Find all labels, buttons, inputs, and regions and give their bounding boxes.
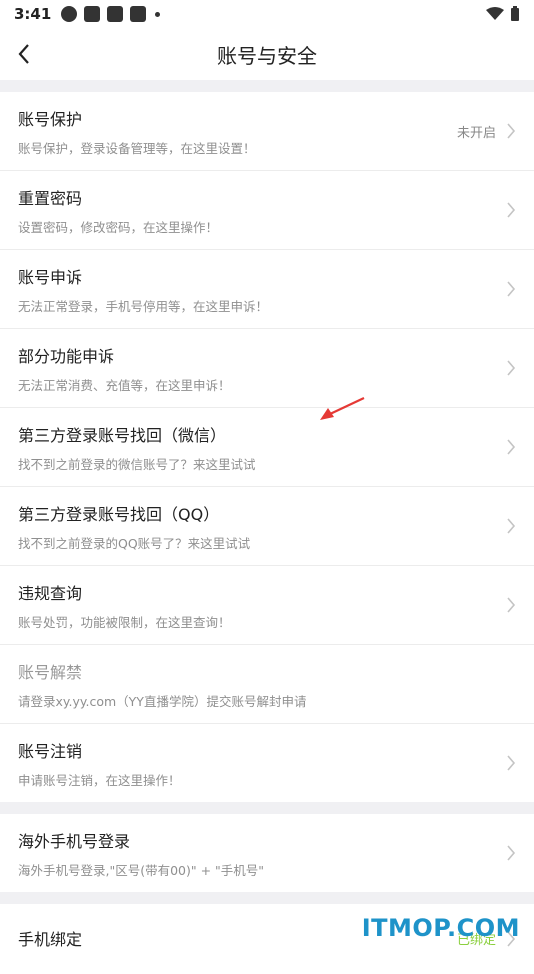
row-status-value: 未开启 — [456, 126, 496, 141]
status-time: 3:41 — [14, 5, 52, 23]
row-title: 海外手机号登录 — [18, 832, 131, 851]
row-title: 手机绑定 — [18, 930, 83, 949]
row-title: 第三方登录账号找回（微信） — [18, 426, 227, 445]
app-notification-icon — [130, 6, 147, 22]
chevron-right-icon — [507, 597, 516, 613]
settings-row-group1-item-1[interactable]: 重置密码设置密码，修改密码，在这里操作！ — [0, 171, 534, 250]
row-subtitle: 账号保护，登录设备管理等，在这里设置！ — [18, 141, 256, 156]
row-subtitle: 无法正常登录，手机号停用等，在这里申诉！ — [18, 299, 269, 314]
wifi-icon — [486, 7, 504, 20]
app-notification-icon — [84, 6, 101, 22]
chevron-right-icon — [507, 845, 516, 861]
row-subtitle: 无法正常消费、充值等，在这里申诉！ — [18, 378, 231, 393]
app-notification-icon — [61, 6, 78, 22]
row-title: 违规查询 — [18, 584, 83, 603]
settings-row-group1-item-4[interactable]: 第三方登录账号找回（微信） 找不到之前登录的微信账号了？来这里试试 — [0, 408, 534, 487]
row-subtitle: 账号处罚，功能被限制，在这里查询！ — [18, 615, 231, 630]
header: 账号与安全 — [0, 28, 534, 80]
chevron-right-icon — [507, 123, 516, 139]
row-subtitle: 海外手机号登录,"区号(带有00)" + "手机号" — [18, 863, 265, 878]
section-divider — [0, 892, 534, 904]
more-notifications-icon — [155, 11, 161, 17]
settings-row-group1-item-6[interactable]: 违规查询账号处罚，功能被限制，在这里查询！ — [0, 566, 534, 645]
settings-row-group1-item-0[interactable]: 账号保护账号保护，登录设备管理等，在这里设置！ 未开启 — [0, 92, 534, 171]
annotation-arrow-icon — [320, 397, 365, 420]
chevron-right-icon — [507, 202, 516, 218]
row-title: 账号保护 — [18, 110, 83, 129]
chevron-right-icon — [507, 439, 516, 455]
settings-row-group1-item-2[interactable]: 账号申诉无法正常登录，手机号停用等，在这里申诉！ — [0, 250, 534, 329]
chevron-right-icon — [507, 518, 516, 534]
settings-row-group1-item-5[interactable]: 第三方登录账号找回（QQ） 找不到之前登录的QQ账号了？来这里试试 — [0, 487, 534, 566]
row-title: 第三方登录账号找回（QQ） — [18, 505, 220, 524]
watermark: ITMOP.COM — [361, 914, 520, 942]
row-title: 账号解禁 — [18, 663, 83, 682]
settings-group-overseas: 海外手机号登录海外手机号登录,"区号(带有00)" + "手机号" — [0, 814, 534, 892]
row-subtitle: 设置密码，修改密码，在这里操作！ — [18, 220, 219, 235]
settings-row-group1-item-7: 账号解禁请登录xy.yy.com（YY直播学院）提交账号解封申请 — [0, 645, 534, 724]
battery-icon — [511, 6, 519, 21]
settings-row-group1-item-3[interactable]: 部分功能申诉无法正常消费、充值等，在这里申诉！ — [0, 329, 534, 408]
section-divider — [0, 80, 534, 92]
row-subtitle: 找不到之前登录的微信账号了？来这里试试 — [18, 457, 256, 472]
row-subtitle: 请登录xy.yy.com（YY直播学院）提交账号解封申请 — [18, 694, 307, 709]
row-title: 重置密码 — [18, 189, 83, 208]
app-notification-icon — [107, 6, 124, 22]
status-bar: 3:41 — [0, 0, 534, 28]
section-divider — [0, 802, 534, 814]
row-subtitle: 找不到之前登录的QQ账号了？来这里试试 — [18, 536, 251, 551]
chevron-right-icon — [507, 281, 516, 297]
chevron-right-icon — [507, 755, 516, 771]
row-title: 账号注销 — [18, 742, 83, 761]
settings-row-group2-item-0[interactable]: 海外手机号登录海外手机号登录,"区号(带有00)" + "手机号" — [0, 814, 534, 892]
back-icon[interactable] — [14, 40, 38, 68]
chevron-right-icon — [507, 360, 516, 376]
row-title: 账号申诉 — [18, 268, 83, 287]
settings-row-group1-item-8[interactable]: 账号注销申请账号注销，在这里操作！ — [0, 724, 534, 802]
row-title: 部分功能申诉 — [18, 347, 115, 366]
settings-group-security: 账号保护账号保护，登录设备管理等，在这里设置！ 未开启重置密码设置密码，修改密码，… — [0, 92, 534, 802]
row-subtitle: 申请账号注销，在这里操作！ — [18, 773, 181, 788]
page-title: 账号与安全 — [217, 43, 317, 68]
